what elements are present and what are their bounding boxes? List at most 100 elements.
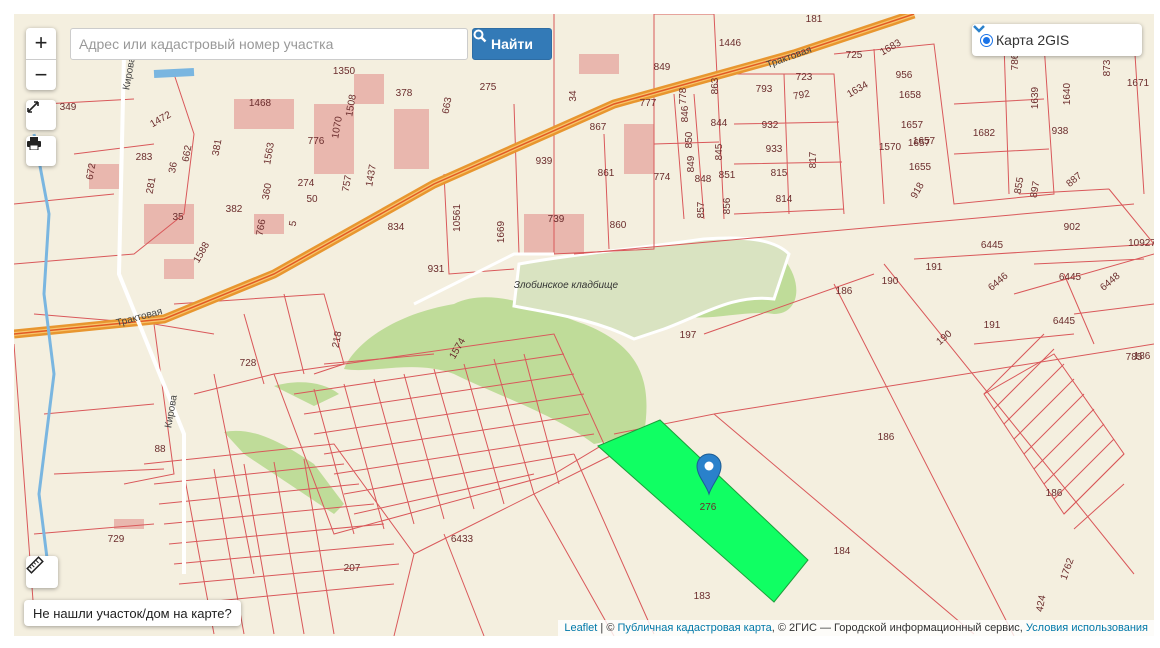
parcel-label: 191: [984, 320, 1001, 331]
parcel-label: 849: [654, 62, 671, 73]
parcel-label: 6445: [1053, 316, 1076, 327]
parcel-label: 275: [480, 82, 497, 93]
parcel-label: 6445: [1059, 272, 1082, 283]
parcel-label: 1468: [249, 98, 272, 109]
parcel-label: 851: [719, 170, 736, 181]
parcel-label: 197: [680, 330, 697, 341]
parcel-label: 6448: [1098, 270, 1122, 293]
terms-link[interactable]: Условия использования: [1026, 622, 1148, 634]
parcel-label: 424: [1035, 594, 1049, 613]
pkk-link[interactable]: Публичная кадастровая карта: [618, 622, 772, 634]
parcel-label: 181: [806, 14, 823, 25]
parcel-label: 1762: [1059, 556, 1077, 581]
parcel-label: 834: [388, 222, 405, 233]
parcel-label: 774: [654, 172, 671, 183]
parcel-label: 785: [1126, 352, 1143, 363]
parcel-label: 35: [172, 212, 184, 223]
search-button[interactable]: Найти: [472, 28, 552, 60]
parcel-label: 6445: [981, 240, 1004, 251]
parcel-label: 88: [154, 444, 166, 455]
parcel-label: 662: [181, 144, 195, 163]
search-button-label: Найти: [491, 36, 533, 52]
landmark-label: Злобинское кладбище: [514, 279, 619, 291]
ruler-icon: [26, 556, 44, 574]
parcel-label: 1655: [909, 162, 932, 173]
parcel-label: 932: [762, 120, 779, 131]
parcel-label: 663: [441, 96, 455, 115]
parcel-label: 814: [776, 194, 793, 205]
parcel-label: 207: [344, 563, 361, 574]
parcel-label: 50: [306, 194, 318, 205]
parcel-label: 863: [710, 77, 721, 94]
parcel-label: 776: [308, 136, 325, 147]
parcel-label: 190: [934, 328, 954, 347]
parcel-label: 360: [261, 182, 275, 201]
parcel-label: 848: [695, 174, 712, 185]
print-button[interactable]: [26, 136, 56, 166]
leaflet-link[interactable]: Leaflet: [564, 622, 597, 634]
parcel-label: 897: [1029, 180, 1043, 199]
parcel-label: 186: [1046, 488, 1063, 499]
parcel-label: 1657: [901, 120, 924, 131]
parcel-label: 850: [684, 131, 695, 148]
parcel-label: 1508: [344, 93, 359, 117]
measure-button[interactable]: [26, 556, 58, 588]
parcel-label: 186: [836, 286, 853, 297]
parcel-label: 1669: [496, 220, 507, 243]
parcel-label: 918: [909, 180, 927, 200]
parcel-label: 860: [610, 220, 627, 231]
radio-icon: [980, 33, 993, 47]
parcel-label: 778: [678, 87, 689, 104]
parcel-label: 815: [771, 168, 788, 179]
parcel-label: 845: [714, 143, 725, 160]
parcel-label: 1634: [845, 79, 870, 100]
parcel-label: 792: [792, 89, 811, 103]
parcel-label: 382: [226, 204, 243, 215]
attribution-sep: | ©: [597, 622, 618, 634]
parcel-label: 5: [288, 219, 300, 227]
expand-icon: [27, 101, 39, 113]
parcel-label: 817: [808, 151, 819, 168]
parcel-label: 1671: [1127, 78, 1150, 89]
parcel-label: 191: [926, 262, 943, 273]
parcel-label: 1640: [1062, 82, 1073, 105]
parcel-label: 276: [700, 502, 717, 513]
parcel-label: 861: [598, 168, 615, 179]
parcel-label: 34: [568, 90, 579, 102]
parcel-label: 1570: [879, 142, 902, 153]
parcel-label: 218: [331, 330, 345, 349]
parcel-label: 6446: [986, 270, 1010, 293]
fullscreen-button[interactable]: [26, 100, 56, 130]
parcel-label: 856: [722, 197, 733, 214]
parcel-label: 10927: [1128, 238, 1154, 249]
parcel-label: 190: [882, 276, 899, 287]
allotment-hatch: [983, 333, 1125, 530]
map-view[interactable]: 1350 378 275 34 849 1446 181 1683 725 956 723 793 79…: [14, 14, 1154, 636]
parcel-label: 1588: [192, 240, 213, 265]
parcel-label: 1446: [719, 38, 742, 49]
parcel-label: 1658: [899, 90, 922, 101]
parcel-label: 729: [108, 534, 125, 545]
parcel-label: 725: [846, 50, 863, 61]
parcel-label: 846: [680, 105, 691, 122]
map-canvas[interactable]: 1350 378 275 34 849 1446 181 1683 725 956 723 793 79…: [14, 14, 1154, 636]
parcel-label: 186: [878, 432, 895, 443]
attribution-text: , © 2ГИС — Городской информационный серв…: [771, 622, 1026, 634]
parcel-label: 739: [548, 214, 565, 225]
parcel-label: 777: [640, 98, 657, 109]
search-input[interactable]: [70, 28, 468, 60]
parcel-label: 6433: [451, 534, 474, 545]
not-found-button[interactable]: Не нашли участок/дом на карте?: [24, 600, 241, 626]
zoom-out-button[interactable]: −: [26, 59, 56, 91]
parcel-label: 349: [60, 102, 77, 113]
parcel-label: 1683: [878, 37, 903, 58]
parcel-label: 849: [686, 155, 697, 172]
parcel-label: 855: [1013, 176, 1027, 195]
zoom-control: + −: [26, 28, 56, 90]
parcel-label: 793: [756, 84, 773, 95]
parcel-label: 36: [167, 161, 180, 174]
zoom-in-button[interactable]: +: [26, 28, 56, 59]
parcel-label: 1350: [333, 66, 356, 77]
layer-switcher[interactable]: Карта 2GIS: [972, 24, 1142, 56]
chevron-down-icon: [973, 25, 985, 33]
